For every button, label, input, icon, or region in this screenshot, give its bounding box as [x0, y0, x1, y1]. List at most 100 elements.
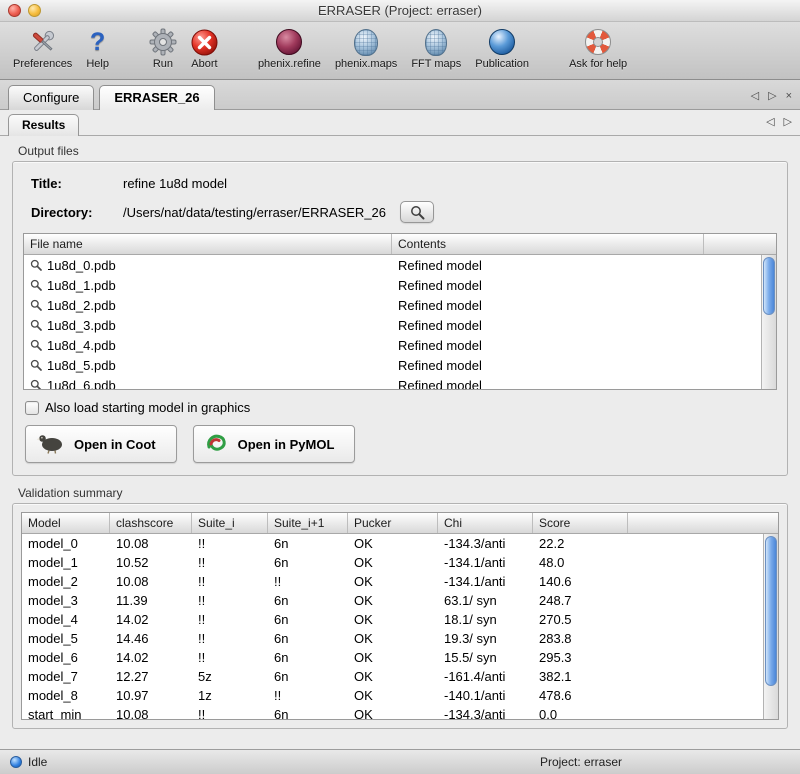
- toolbar-button-ask-for-help[interactable]: Ask for help: [562, 26, 634, 71]
- validation-row[interactable]: model_311.39!!6nOK63.1/ syn248.7: [22, 591, 778, 610]
- toolbar-label: Abort: [191, 58, 217, 70]
- toolbar-button-abort[interactable]: Abort: [184, 26, 225, 71]
- column-header-filler: [628, 513, 778, 533]
- toolbar-button-help[interactable]: ? Help: [79, 26, 116, 71]
- magnifier-icon: [410, 205, 425, 220]
- file-row[interactable]: 1u8d_0.pdbRefined model: [24, 255, 776, 275]
- magnifier-icon: [30, 299, 42, 311]
- tab-erraser-26[interactable]: ERRASER_26: [99, 85, 214, 110]
- tab-configure[interactable]: Configure: [8, 85, 94, 110]
- files-table-header: File name Contents: [24, 234, 776, 255]
- column-header-model[interactable]: Model: [22, 513, 110, 533]
- status-bar: Idle Project: erraser: [0, 749, 800, 774]
- open-in-coot-button[interactable]: Open in Coot: [25, 425, 177, 463]
- toolbar-button-phenix-refine[interactable]: phenix.refine: [251, 26, 328, 71]
- directory-label: Directory:: [23, 205, 123, 220]
- minimize-window-button[interactable]: [28, 4, 41, 17]
- tab-scroll-left-icon[interactable]: ◁: [751, 89, 759, 102]
- toolbar-button-phenix-maps[interactable]: phenix.maps: [328, 26, 404, 71]
- directory-value: /Users/nat/data/testing/erraser/ERRASER_…: [123, 205, 386, 220]
- column-header-chi[interactable]: Chi: [438, 513, 533, 533]
- output-files-group-label: Output files: [18, 144, 788, 158]
- files-scrollbar[interactable]: [761, 255, 776, 389]
- column-header-clashscore[interactable]: clashscore: [110, 513, 192, 533]
- toolbar-label: phenix.refine: [258, 58, 321, 70]
- directory-field-row: Directory: /Users/nat/data/testing/erras…: [23, 201, 777, 223]
- toolbar-label: Help: [86, 58, 109, 70]
- main-tab-bar: Configure ERRASER_26 ◁ ▷ ×: [0, 80, 800, 110]
- title-field-row: Title: refine 1u8d model: [23, 176, 777, 191]
- magnifier-icon: [30, 339, 42, 351]
- density-map-icon: [354, 27, 378, 57]
- column-header-suite-i1[interactable]: Suite_i+1: [268, 513, 348, 533]
- toolbar-button-preferences[interactable]: Preferences: [6, 26, 79, 71]
- magnifier-icon: [30, 259, 42, 271]
- validation-row[interactable]: model_110.52!!6nOK-134.1/anti48.0: [22, 553, 778, 572]
- close-window-button[interactable]: [8, 4, 21, 17]
- magnifier-icon: [30, 319, 42, 331]
- red-x-circle-icon: [191, 27, 218, 57]
- validation-row[interactable]: model_614.02!!6nOK15.5/ syn295.3: [22, 648, 778, 667]
- files-scrollbar-thumb[interactable]: [763, 257, 775, 315]
- validation-row[interactable]: model_514.46!!6nOK19.3/ syn283.8: [22, 629, 778, 648]
- file-row[interactable]: 1u8d_4.pdbRefined model: [24, 335, 776, 355]
- file-row[interactable]: 1u8d_3.pdbRefined model: [24, 315, 776, 335]
- column-header-contents[interactable]: Contents: [392, 234, 704, 254]
- validation-table: Model clashscore Suite_i Suite_i+1 Pucke…: [21, 512, 779, 720]
- toolbar-button-run[interactable]: Run: [142, 26, 184, 71]
- open-in-pymol-label: Open in PyMOL: [238, 437, 335, 452]
- sub-tab-bar: Results ◁ ▷: [0, 110, 800, 136]
- subtab-scroll-right-icon[interactable]: ▷: [784, 115, 792, 128]
- magnifier-icon: [30, 359, 42, 371]
- toolbar-label: Ask for help: [569, 58, 627, 70]
- question-mark-icon: ?: [90, 27, 105, 57]
- toolbar-label: Run: [153, 58, 173, 70]
- coot-bird-icon: [36, 432, 66, 457]
- magnifier-icon: [30, 379, 42, 390]
- column-header-file-name[interactable]: File name: [24, 234, 392, 254]
- file-row[interactable]: 1u8d_5.pdbRefined model: [24, 355, 776, 375]
- open-in-coot-label: Open in Coot: [74, 437, 156, 452]
- file-row[interactable]: 1u8d_6.pdbRefined model: [24, 375, 776, 390]
- validation-row[interactable]: model_712.275z6nOK-161.4/anti382.1: [22, 667, 778, 686]
- tab-close-icon[interactable]: ×: [786, 90, 792, 102]
- browse-directory-button[interactable]: [400, 201, 434, 223]
- file-row[interactable]: 1u8d_1.pdbRefined model: [24, 275, 776, 295]
- output-files-group: Title: refine 1u8d model Directory: /Use…: [12, 161, 788, 476]
- erraser-window: ERRASER (Project: erraser) Preferences: [0, 0, 800, 774]
- toolbar-label: Preferences: [13, 58, 72, 70]
- toolbar-button-fft-maps[interactable]: FFT maps: [404, 26, 468, 71]
- validation-row[interactable]: start_min10.08!!6nOK-134.3/anti0.0: [22, 705, 778, 720]
- validation-scrollbar[interactable]: [763, 534, 778, 719]
- titlebar: ERRASER (Project: erraser): [0, 0, 800, 22]
- column-header-suite-i[interactable]: Suite_i: [192, 513, 268, 533]
- toolbar: Preferences ? Help Run: [0, 22, 800, 80]
- toolbar-button-publication[interactable]: Publication: [468, 26, 536, 71]
- subtab-scroll-left-icon[interactable]: ◁: [766, 115, 774, 128]
- column-header-filler: [704, 234, 776, 254]
- toolbar-label: Publication: [475, 58, 529, 70]
- crossed-tools-icon: [28, 27, 58, 57]
- files-table-body: 1u8d_0.pdbRefined model1u8d_1.pdbRefined…: [24, 255, 776, 390]
- project-label: Project: erraser: [540, 755, 622, 769]
- validation-row[interactable]: model_010.08!!6nOK-134.3/anti22.2: [22, 534, 778, 553]
- file-row[interactable]: 1u8d_2.pdbRefined model: [24, 295, 776, 315]
- column-header-pucker[interactable]: Pucker: [348, 513, 438, 533]
- tab-results[interactable]: Results: [8, 114, 79, 136]
- validation-row[interactable]: model_414.02!!6nOK18.1/ syn270.5: [22, 610, 778, 629]
- toolbar-label: FFT maps: [411, 58, 461, 70]
- load-starting-model-checkbox[interactable]: Also load starting model in graphics: [25, 400, 777, 415]
- open-buttons-row: Open in Coot Open in PyMOL: [25, 425, 777, 463]
- open-in-pymol-button[interactable]: Open in PyMOL: [193, 425, 356, 463]
- lifebuoy-icon: [585, 27, 611, 57]
- validation-row[interactable]: model_810.971z!!OK-140.1/anti478.6: [22, 686, 778, 705]
- validation-row[interactable]: model_210.08!!!!OK-134.1/anti140.6: [22, 572, 778, 591]
- validation-summary-group: Model clashscore Suite_i Suite_i+1 Pucke…: [12, 503, 788, 729]
- column-header-score[interactable]: Score: [533, 513, 628, 533]
- checkbox-box-icon[interactable]: [25, 401, 39, 415]
- gear-icon: [149, 27, 177, 57]
- tab-scroll-right-icon[interactable]: ▷: [768, 89, 776, 102]
- validation-scrollbar-thumb[interactable]: [765, 536, 777, 686]
- subtab-nav-controls: ◁ ▷: [766, 115, 792, 135]
- output-files-table: File name Contents 1u8d_0.pdbRefined mod…: [23, 233, 777, 390]
